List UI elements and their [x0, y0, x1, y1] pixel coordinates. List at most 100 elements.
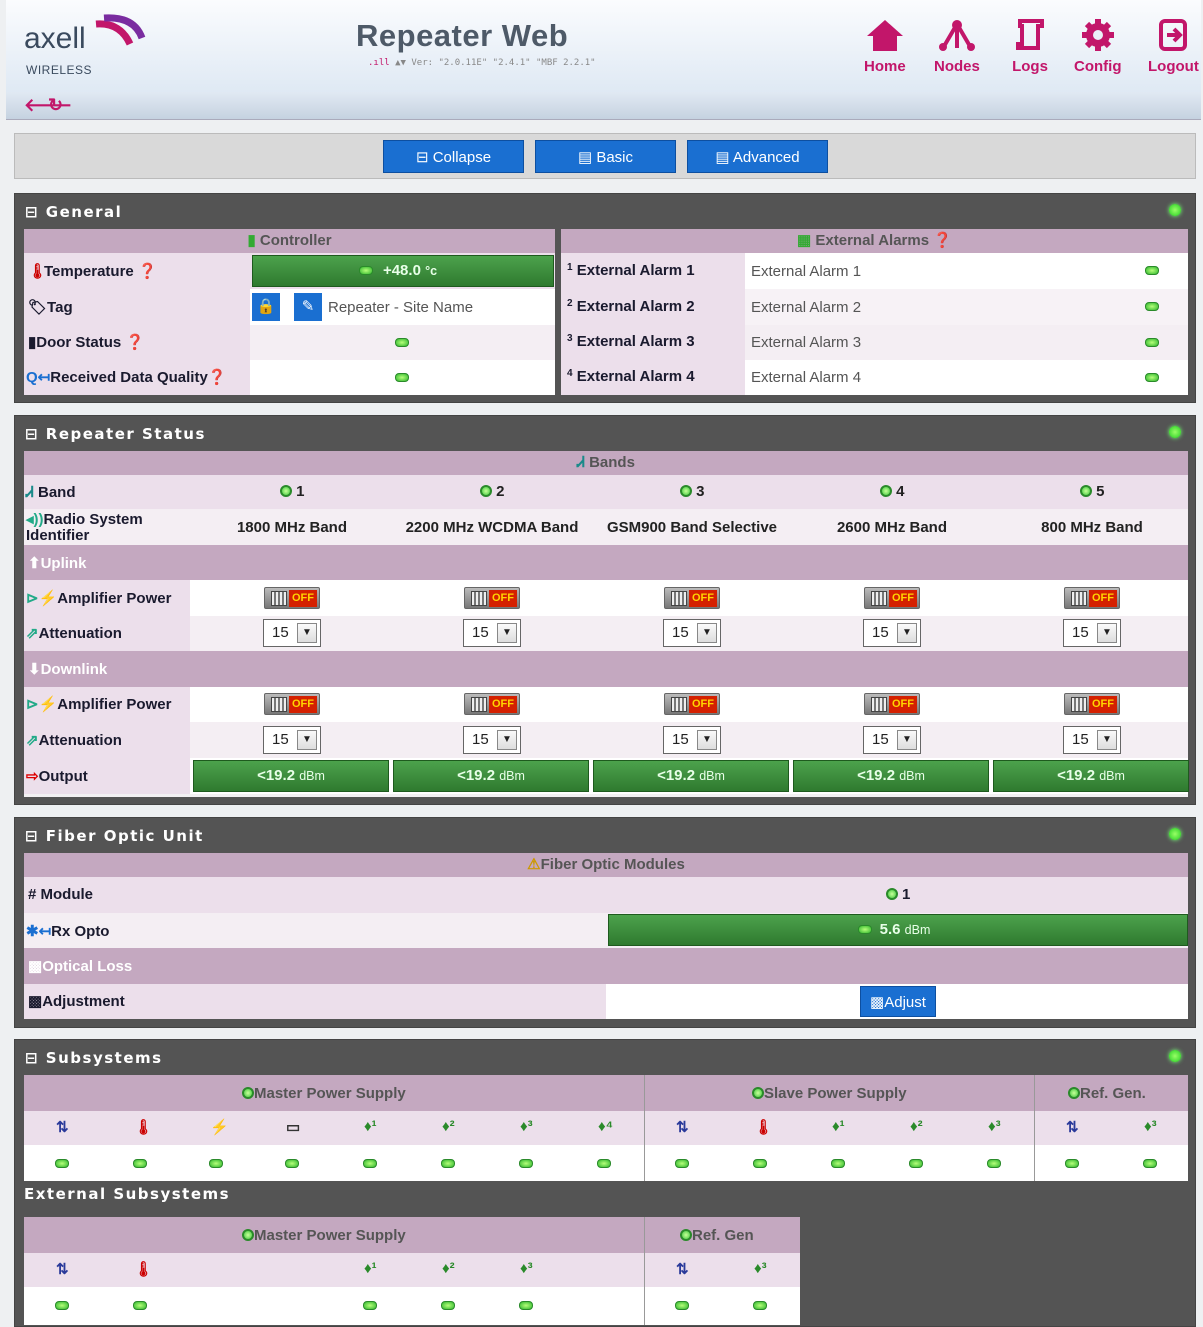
subsystems-grid: Master Power Supply Slave Power Supply R… [24, 1075, 1188, 1181]
repeater-grid: Ꮧ Bands Ꮧ Band ◂))Radio System Identifie… [24, 451, 1189, 797]
plug-3-icon: ♦³ [520, 1260, 533, 1277]
module-icon: ⇅ [676, 1261, 689, 1278]
basic-button[interactable]: ▤ Basic [535, 140, 676, 173]
help-icon[interactable]: ❓ [125, 334, 144, 351]
nav-home[interactable]: Home [864, 18, 906, 75]
attenuation-icon: ⇗ [26, 625, 39, 642]
attenuation-select[interactable]: 15 ▼ [1063, 619, 1121, 647]
temperature-label: 🌡Temperature ❓ [28, 263, 157, 280]
status-led [675, 1301, 689, 1310]
module-led [886, 888, 898, 900]
status-dot [680, 1229, 692, 1241]
status-led [831, 1159, 845, 1168]
adjust-icon: ▩ [28, 993, 43, 1010]
general-header[interactable]: ⊟ General [15, 194, 1195, 227]
temperature-row: 🌡Temperature ❓ +48.0 °c [24, 253, 555, 289]
attenuation-select[interactable]: 15 ▼ [1063, 726, 1121, 754]
subsystems-header[interactable]: ⊟ Subsystems [15, 1040, 1195, 1073]
attenuation-select[interactable]: 15 ▼ [663, 619, 721, 647]
power-plug-icon: ⚡ [210, 1119, 229, 1136]
alarm-board-icon: ▦ [797, 232, 812, 249]
amplifier-power-toggle[interactable]: OFF [264, 587, 320, 609]
amplifier-power-toggle[interactable]: OFF [1064, 587, 1120, 609]
slave-power-supply-label: Slave Power Supply [752, 1085, 907, 1102]
status-led [1169, 828, 1181, 840]
attenuation-select[interactable]: 15 ▼ [863, 726, 921, 754]
data-quality-icon: Q↤ [26, 369, 51, 386]
adjust-button[interactable]: ▩Adjust [860, 986, 936, 1017]
uplink-icon: ⬆ [28, 555, 41, 572]
fiber-optic-header[interactable]: ⊟ Fiber Optic Unit [15, 818, 1195, 851]
module-icon: ⇅ [1066, 1119, 1079, 1136]
alarm-icon: 1 [567, 262, 573, 273]
band-number: 2 [480, 483, 505, 500]
amplifier-power-toggle[interactable]: OFF [464, 693, 520, 715]
collapse-button[interactable]: ⊟ Collapse [383, 140, 524, 173]
band-name: 800 MHz Band [1041, 519, 1143, 536]
status-led [133, 1301, 147, 1310]
amplifier-power-toggle[interactable]: OFF [864, 693, 920, 715]
rdq-row: Q↤Received Data Quality❓ [24, 360, 555, 395]
band-name: GSM900 Band Selective [606, 519, 778, 536]
alarm-row: 2 External Alarm 2 External Alarm 2 [561, 289, 1188, 325]
amplifier-power-toggle[interactable]: OFF [464, 587, 520, 609]
rdq-label: Q↤Received Data Quality❓ [24, 360, 250, 395]
amplifier-power-toggle[interactable]: OFF [1064, 693, 1120, 715]
logout-icon [1159, 19, 1188, 51]
status-led [597, 1159, 611, 1168]
nav-nodes[interactable]: Nodes [934, 18, 980, 75]
external-alarms-box: ▦ External Alarms ❓ 1 External Alarm 1 Ex… [561, 229, 1188, 395]
plug-2-icon: ♦² [442, 1118, 455, 1135]
module-icon: ⇅ [56, 1261, 69, 1278]
home-icon [866, 20, 903, 51]
amplifier-icon: ⊳⚡ [26, 696, 58, 713]
nav-logout[interactable]: Logout [1148, 18, 1199, 75]
door-status-label: ▮Door Status ❓ [24, 325, 250, 360]
fiber-grid: ⚠Fiber Optic Modules # Module 1 ✱↤Rx Opto… [24, 853, 1188, 1019]
attenuation-select[interactable]: 15 ▼ [263, 619, 321, 647]
amplifier-power-toggle[interactable]: OFF [264, 693, 320, 715]
output-bar: <19.2 dBm [593, 760, 789, 792]
help-icon[interactable]: ❓ [933, 232, 952, 249]
attenuation-select[interactable]: 15 ▼ [263, 726, 321, 754]
attenuation-select[interactable]: 15 ▼ [663, 726, 721, 754]
nav-logs[interactable]: Logs [1010, 18, 1050, 75]
app-header: axell WIRELESS Repeater Web .ıll ▲▼ Ver:… [6, 0, 1201, 92]
attenuation-select[interactable]: 15 ▼ [463, 619, 521, 647]
dl-amp-row: ⊳⚡Amplifier Power [24, 687, 1188, 722]
downlink-header: ⬇Downlink [24, 651, 1188, 687]
status-led [55, 1159, 69, 1168]
uplink-header: ⬆Uplink [24, 545, 1188, 580]
attenuation-icon: ⇗ [26, 732, 39, 749]
chevron-down-icon: ▼ [697, 730, 717, 750]
amplifier-power-toggle[interactable]: OFF [664, 587, 720, 609]
alarm-icon: 4 [567, 368, 573, 379]
amplifier-power-toggle[interactable]: OFF [664, 693, 720, 715]
edit-tag-button[interactable]: ✎ [294, 293, 322, 321]
status-led [987, 1159, 1001, 1168]
amplifier-power-toggle[interactable]: OFF [864, 587, 920, 609]
output-bar: <19.2 dBm [793, 760, 989, 792]
ul-att-row: ⇗Attenuation [24, 616, 1188, 651]
alarm-row: 1 External Alarm 1 External Alarm 1 [561, 253, 1188, 289]
help-icon[interactable]: ❓ [138, 263, 157, 280]
status-led [753, 1159, 767, 1168]
adjustment-row: ▩Adjustment ▩Adjust [24, 984, 1188, 1019]
alarm-icon: 3 [567, 333, 573, 344]
repeater-status-header[interactable]: ⊟ Repeater Status [15, 416, 1195, 449]
attenuation-select[interactable]: 15 ▼ [463, 726, 521, 754]
logo: axell [24, 22, 86, 55]
attenuation-select[interactable]: 15 ▼ [863, 619, 921, 647]
help-icon[interactable]: ❓ [208, 369, 227, 386]
refresh-icon[interactable]: ↻ [48, 95, 63, 116]
plug-2-icon: ♦² [910, 1118, 923, 1135]
status-led [441, 1301, 455, 1310]
alarm-led [1145, 266, 1159, 275]
output-bar: <19.2 dBm [993, 760, 1189, 792]
status-led [1169, 204, 1181, 216]
plug-1-icon: ♦¹ [832, 1118, 845, 1135]
status-led [519, 1159, 533, 1168]
advanced-button[interactable]: ▤ Advanced [687, 140, 828, 173]
nav-config[interactable]: Config [1074, 18, 1121, 75]
lock-button[interactable]: 🔒 [252, 293, 280, 321]
